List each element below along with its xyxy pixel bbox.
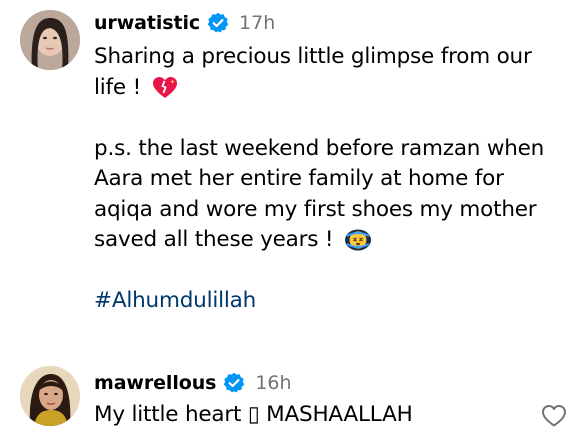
username[interactable]: mawrellous xyxy=(94,372,216,394)
comment-line: My little heart ▯ MASHAALLAH xyxy=(94,402,413,427)
username[interactable]: urwatistic xyxy=(94,12,200,34)
comment-header: urwatistic 17h xyxy=(94,10,275,36)
comment-line-with-emoji: saved all these years ! xyxy=(94,225,544,256)
comment-line: p.s. the last weekend before ramzan when xyxy=(94,135,545,161)
avatar[interactable] xyxy=(20,366,80,426)
comment-text: My little heart ▯ MASHAALLAH xyxy=(94,400,413,431)
comment-line: life ! xyxy=(94,74,148,100)
comment-line: Aara met her entire family at home for xyxy=(94,166,504,191)
comment-line: saved all these years ! xyxy=(94,227,340,252)
comment-urwatistic: urwatistic 17h Sharing a precious little… xyxy=(0,0,581,340)
hashtag-link[interactable]: #Alhumdulillah xyxy=(94,286,544,317)
dizzy-face-emoji xyxy=(344,228,372,252)
comment-line: aqiqa and wore my first shoes my mother xyxy=(94,196,537,222)
heart-outline-icon[interactable] xyxy=(541,404,567,428)
comment-line: Sharing a precious little glimpse from o… xyxy=(94,44,532,69)
verified-badge-icon xyxy=(207,12,229,34)
timestamp: 16h xyxy=(255,372,292,394)
comment-mawrellous: mawrellous 16h My little heart ▯ MASHAAL… xyxy=(0,360,581,438)
comment-text: Sharing a precious little glimpse from o… xyxy=(94,42,544,317)
avatar[interactable] xyxy=(20,10,80,70)
timestamp: 17h xyxy=(239,12,276,34)
comment-header: mawrellous 16h xyxy=(94,370,292,396)
verified-badge-icon xyxy=(223,372,245,394)
comment-line-with-emoji: life ! xyxy=(94,73,544,104)
sparkling-heart-emoji xyxy=(152,76,178,100)
